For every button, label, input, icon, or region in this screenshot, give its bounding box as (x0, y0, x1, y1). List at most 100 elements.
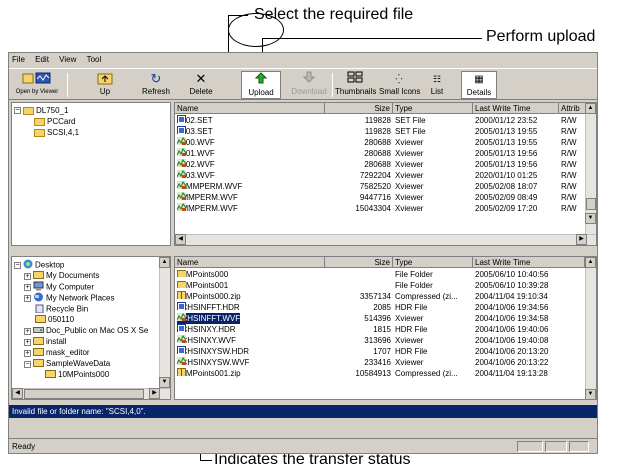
scroll-right-icon[interactable]: ▶ (149, 388, 160, 399)
file-type: Xviewer (395, 358, 424, 367)
local-tree-item[interactable]: + My Computer (24, 281, 94, 292)
local-tree-item[interactable]: + mask_editor (24, 347, 90, 358)
tree-item-scsi[interactable]: SCSI,4,1 (34, 127, 79, 138)
delete-button[interactable]: ✕ Delete (185, 71, 217, 99)
scroll-up-icon[interactable]: ▲ (585, 103, 596, 114)
scroll-down-icon[interactable]: ▼ (585, 389, 596, 399)
file-row[interactable]: 2CHSINXY.WVF 313696 Xviewer 2004/10/06 19:4… (175, 335, 596, 346)
tree-item-dl750[interactable]: − DL750_1 (14, 105, 68, 116)
file-name: 2CHSINFFT.WVF (177, 313, 241, 324)
file-row[interactable]: 2CHSINXYSW.WVF 233416 Xviewer 2004/10/06 20… (175, 357, 596, 368)
file-row[interactable]: 1MMPERM.WVF 9447716 Xviewer 2005/02/09 08:4… (175, 192, 596, 203)
local-tree-item[interactable]: + My Network Places (24, 292, 114, 303)
file-row[interactable]: 10MPoints000.zip 3357134 Compressed (zi...… (175, 291, 596, 302)
file-row[interactable]: 2CHSINFFT.HDR 2085 HDR File 2004/10/06 19:3… (175, 302, 596, 313)
file-row[interactable]: 32MPoints001.zip 10584913 Compressed (zi..… (175, 368, 596, 379)
file-row[interactable]: 5MMPERM.WVF 15043304 Xviewer 2005/02/09 17:… (175, 203, 596, 214)
menu-tool[interactable]: Tool (87, 53, 102, 67)
collapse-icon[interactable]: − (14, 107, 21, 115)
tree-item-label: install (46, 337, 67, 347)
local-tree-item[interactable]: + My Documents (24, 270, 99, 281)
local-tree-item[interactable]: 050110 (24, 314, 74, 325)
menu-view[interactable]: View (59, 53, 76, 67)
local-tree-item[interactable]: 10MPoints000 (34, 369, 109, 380)
local-tree-item[interactable]: + Doc_Public on Mac OS X Se (24, 325, 148, 336)
column-name[interactable]: Name (175, 257, 325, 268)
scroll-up-icon[interactable]: ▲ (585, 257, 596, 268)
download-button[interactable]: Download (289, 71, 329, 99)
file-row[interactable]: 0001.WVF 280688 Xviewer 2005/01/13 19:56 R/W (175, 148, 596, 159)
file-row[interactable]: 2CHSINFFT.WVF 514396 Xviewer 2004/10/06 19:… (175, 313, 596, 324)
file-attrib: R/W (561, 182, 577, 191)
menu-edit[interactable]: Edit (35, 53, 49, 67)
remote-vertical-scrollbar[interactable]: ▲ ▼ (585, 103, 596, 235)
file-row[interactable]: 32MPoints001 File Folder 2005/06/10 10:39:… (175, 280, 596, 291)
local-tree-item[interactable]: − Desktop (14, 259, 64, 270)
expand-icon[interactable]: + (24, 284, 31, 291)
expand-icon[interactable]: + (24, 338, 31, 346)
column-type[interactable]: Type (393, 257, 473, 268)
local-tree-vertical-scrollbar[interactable]: ▲ ▼ (159, 257, 170, 389)
open-by-viewer-button[interactable]: Open by Viewer (11, 71, 63, 99)
folder-up-icon (91, 71, 119, 87)
scroll-up-icon[interactable]: ▲ (159, 257, 170, 268)
remote-horizontal-scrollbar[interactable]: ◀ ▶ (175, 234, 596, 245)
up-button[interactable]: Up (91, 71, 119, 99)
folder-file-icon (177, 269, 186, 277)
list-icon: ☷ (432, 74, 442, 84)
file-row[interactable]: 10MPoints000 File Folder 2005/06/10 10:40:… (175, 269, 596, 280)
remote-file-list[interactable]: Name Size Type Last Write Time Attrib 00… (174, 102, 597, 246)
folder-file-icon (177, 280, 186, 288)
local-vertical-scrollbar[interactable]: ▲ ▼ (585, 257, 596, 399)
file-size: 313696 (364, 336, 391, 345)
column-last-write-time[interactable]: Last Write Time (473, 103, 559, 114)
expand-icon[interactable]: + (24, 327, 31, 335)
refresh-button[interactable]: ↻ Refresh (139, 71, 173, 99)
scroll-thumb[interactable] (24, 389, 144, 399)
column-size[interactable]: Size (325, 257, 393, 268)
scroll-down-icon[interactable]: ▼ (159, 377, 170, 388)
file-attrib: R/W (561, 171, 577, 180)
column-last-write-time[interactable]: Last Write Time (473, 257, 585, 268)
set-file-icon (177, 302, 186, 310)
local-tree-item[interactable]: Recycle Bin (24, 303, 88, 314)
collapse-icon[interactable]: − (24, 360, 31, 368)
scroll-thumb[interactable] (586, 198, 596, 210)
local-file-list[interactable]: Name Size Type Last Write Time 10MPoints… (174, 256, 597, 400)
thumbnails-button[interactable]: Thumbnails (335, 71, 376, 99)
menu-file[interactable]: File (12, 53, 25, 67)
refresh-icon: ↻ (150, 71, 162, 86)
file-row[interactable]: 0002.SET 119828 SET File 2000/01/12 23:52 R/… (175, 115, 596, 126)
scroll-left-icon[interactable]: ◀ (12, 388, 23, 399)
upload-button[interactable]: Upload (241, 71, 281, 99)
file-row[interactable]: 0003.WVF 7292204 Xviewer 2020/01/10 01:25 R/… (175, 170, 596, 181)
small-icons-button[interactable]: ⁛ Small Icons (379, 71, 420, 99)
file-row[interactable]: 0000.WVF 280688 Xviewer 2005/01/13 19:55 R/W (175, 137, 596, 148)
scroll-left-icon[interactable]: ◀ (175, 234, 186, 245)
file-row[interactable]: 0003.SET 119828 SET File 2005/01/13 19:55 R/… (175, 126, 596, 137)
local-tree-horizontal-scrollbar[interactable]: ◀ ▶ (12, 388, 170, 399)
column-size[interactable]: Size (325, 103, 393, 114)
scroll-down-icon[interactable]: ▼ (585, 213, 596, 224)
column-attrib[interactable]: Attrib (559, 103, 587, 114)
file-row[interactable]: 10MMPERM.WVF 7582520 Xviewer 2005/02/08 18:… (175, 181, 596, 192)
scroll-right-icon[interactable]: ▶ (576, 234, 587, 245)
expand-icon[interactable]: + (24, 295, 31, 302)
local-tree-item[interactable]: − SampleWaveData (24, 358, 110, 369)
details-button[interactable]: ▦ Details (461, 71, 497, 99)
file-attrib: R/W (561, 127, 577, 136)
tree-item-label: My Network Places (46, 293, 115, 303)
file-row[interactable]: 0002.WVF 280688 Xviewer 2005/01/13 19:56 R/W (175, 159, 596, 170)
local-folder-tree[interactable]: − Desktop + My Documents + My Computer + My Net… (11, 256, 171, 400)
expand-icon[interactable]: + (24, 349, 31, 357)
column-name[interactable]: Name (175, 103, 325, 114)
local-tree-item[interactable]: + install (24, 336, 66, 347)
column-type[interactable]: Type (393, 103, 473, 114)
remote-folder-tree[interactable]: − DL750_1 PCCard SCSI,4,1 (11, 102, 171, 246)
list-button[interactable]: ☷ List (425, 71, 449, 99)
expand-icon[interactable]: + (24, 272, 31, 280)
file-row[interactable]: 2CHSINXYSW.HDR 1707 HDR File 2004/10/06 20:… (175, 346, 596, 357)
file-row[interactable]: 2CHSINXY.HDR 1815 HDR File 2004/10/06 19:40… (175, 324, 596, 335)
collapse-icon[interactable]: − (14, 262, 21, 269)
tree-item-pccard[interactable]: PCCard (34, 116, 75, 127)
